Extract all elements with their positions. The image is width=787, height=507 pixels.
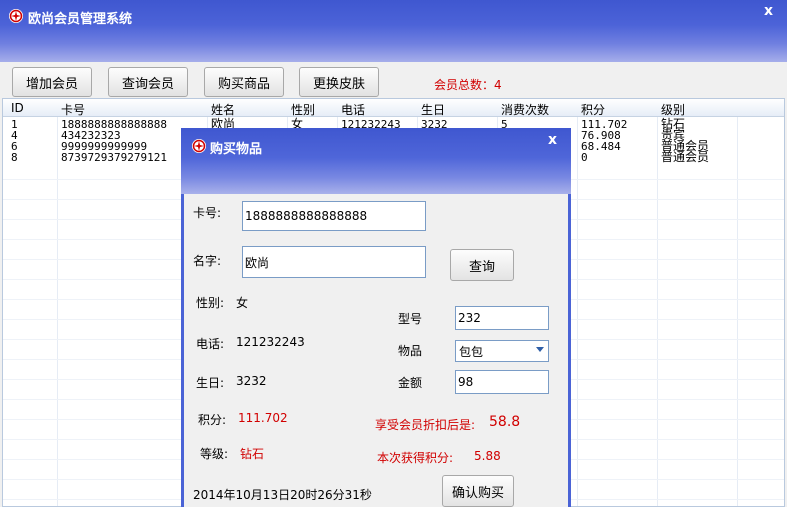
confirm-purchase-button[interactable]: 确认购买 (442, 475, 514, 507)
add-member-button[interactable]: 增加会员 (12, 67, 92, 97)
column-header-birthday[interactable]: 生日 (421, 101, 445, 118)
dialog-title: 购买物品 (210, 142, 263, 157)
level-value: 钻石 (240, 447, 265, 461)
cell-id: 8 (11, 151, 18, 164)
earned-points-label: 本次获得积分: (377, 451, 454, 465)
item-select-value: 包包 (459, 344, 484, 359)
column-divider (737, 117, 738, 506)
column-divider (57, 117, 58, 506)
datetime-label: 2014年10月13日20时26分31秒 (193, 488, 372, 502)
phone-label: 电话: (196, 337, 225, 351)
close-icon[interactable]: x (548, 132, 557, 148)
chevron-down-icon[interactable] (536, 347, 544, 352)
card-number-input[interactable]: 1888888888888888 (242, 201, 426, 231)
column-header-id[interactable]: ID (11, 101, 24, 115)
birthday-value: 3232 (236, 374, 267, 388)
dialog-body: 卡号: 1888888888888888 名字: 欧尚 查询 性别: 女 型号 … (184, 194, 568, 507)
column-divider (577, 117, 578, 506)
level-label: 等级: (200, 447, 229, 461)
points-value: 111.702 (238, 411, 288, 425)
name-input[interactable]: 欧尚 (242, 246, 426, 278)
main-titlebar[interactable]: 欧尚会员管理系统 x (0, 0, 787, 62)
column-header-name[interactable]: 姓名 (211, 101, 235, 118)
cell-points: 0 (581, 151, 588, 164)
close-icon[interactable]: x (764, 3, 773, 19)
amount-label: 金额 (398, 376, 423, 390)
member-count-label: 会员总数：4 (434, 78, 502, 92)
item-label: 物品 (398, 344, 423, 358)
dialog-titlebar[interactable]: 购买物品 x (181, 128, 571, 194)
discount-value: 58.8 (489, 414, 521, 430)
cell-level: 普通会员 (661, 150, 710, 164)
points-label: 积分: (198, 413, 227, 427)
query-button[interactable]: 查询 (450, 249, 514, 281)
model-input[interactable]: 232 (455, 306, 549, 330)
toolbar: 增加会员 查询会员 购买商品 更换皮肤 会员总数：4 (0, 62, 787, 98)
gender-value: 女 (236, 296, 249, 310)
card-label: 卡号: (193, 206, 222, 220)
birthday-label: 生日: (196, 376, 225, 390)
column-header-visits[interactable]: 消费次数 (501, 101, 549, 118)
buy-goods-button[interactable]: 购买商品 (204, 67, 284, 97)
gender-label: 性别: (196, 296, 225, 310)
phone-value: 121232243 (236, 335, 305, 349)
flower-logo-icon (192, 139, 206, 153)
flower-logo-icon (9, 9, 23, 23)
discount-label: 享受会员折扣后是: (375, 418, 476, 432)
earned-points-value: 5.88 (474, 449, 501, 463)
column-header-gender[interactable]: 性别 (291, 101, 315, 118)
table-header: ID 卡号 姓名 性别 电话 生日 消费次数 积分 级别 (3, 99, 784, 117)
column-divider (657, 117, 658, 506)
window-title: 欧尚会员管理系统 (28, 12, 133, 27)
change-skin-button[interactable]: 更换皮肤 (299, 67, 379, 97)
column-header-level[interactable]: 级别 (661, 101, 685, 118)
column-header-card[interactable]: 卡号 (61, 101, 85, 118)
amount-input[interactable]: 98 (455, 370, 549, 394)
query-member-button[interactable]: 查询会员 (108, 67, 188, 97)
item-select[interactable]: 包包 (455, 340, 549, 362)
column-header-phone[interactable]: 电话 (341, 101, 365, 118)
model-label: 型号 (398, 312, 423, 326)
cell-card: 8739729379279121 (61, 151, 167, 164)
purchase-dialog: 购买物品 x 卡号: 1888888888888888 名字: 欧尚 查询 性别… (181, 128, 571, 507)
column-header-points[interactable]: 积分 (581, 101, 605, 118)
name-label: 名字: (193, 254, 222, 268)
